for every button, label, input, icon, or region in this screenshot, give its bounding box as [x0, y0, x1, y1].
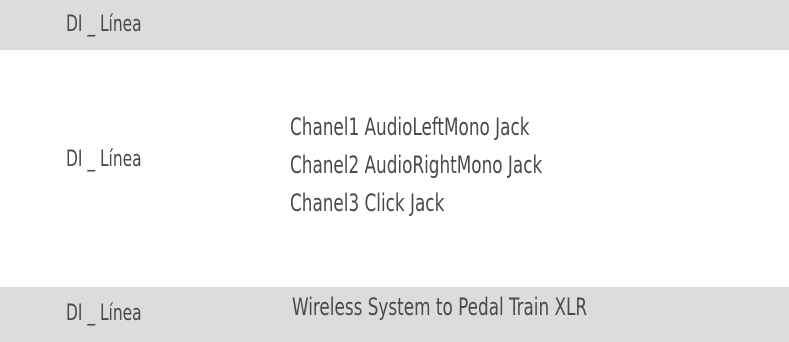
row-label: DI _ Línea [66, 12, 142, 37]
row-label: DI _ Línea [66, 147, 142, 172]
description-line: Chanel3 Click Jack [290, 189, 445, 217]
description-line: Wireless System to Pedal Train XLR [292, 293, 588, 321]
description-line: Chanel1 AudioLeftMono Jack [290, 113, 530, 141]
table-row: DI _ Línea Chanel1 AudioLeftMono Jack Ch… [0, 50, 789, 287]
table-row: DI _ Línea Wireless System to Pedal Trai… [0, 287, 789, 342]
row-description: Wireless System to Pedal Train XLR [292, 287, 587, 327]
row-description: Chanel1 AudioLeftMono Jack Chanel2 Audio… [290, 108, 542, 222]
description-line: Chanel2 AudioRightMono Jack [290, 151, 543, 179]
row-label: DI _ Línea [66, 301, 142, 326]
table-row: DI _ Línea [0, 0, 789, 50]
